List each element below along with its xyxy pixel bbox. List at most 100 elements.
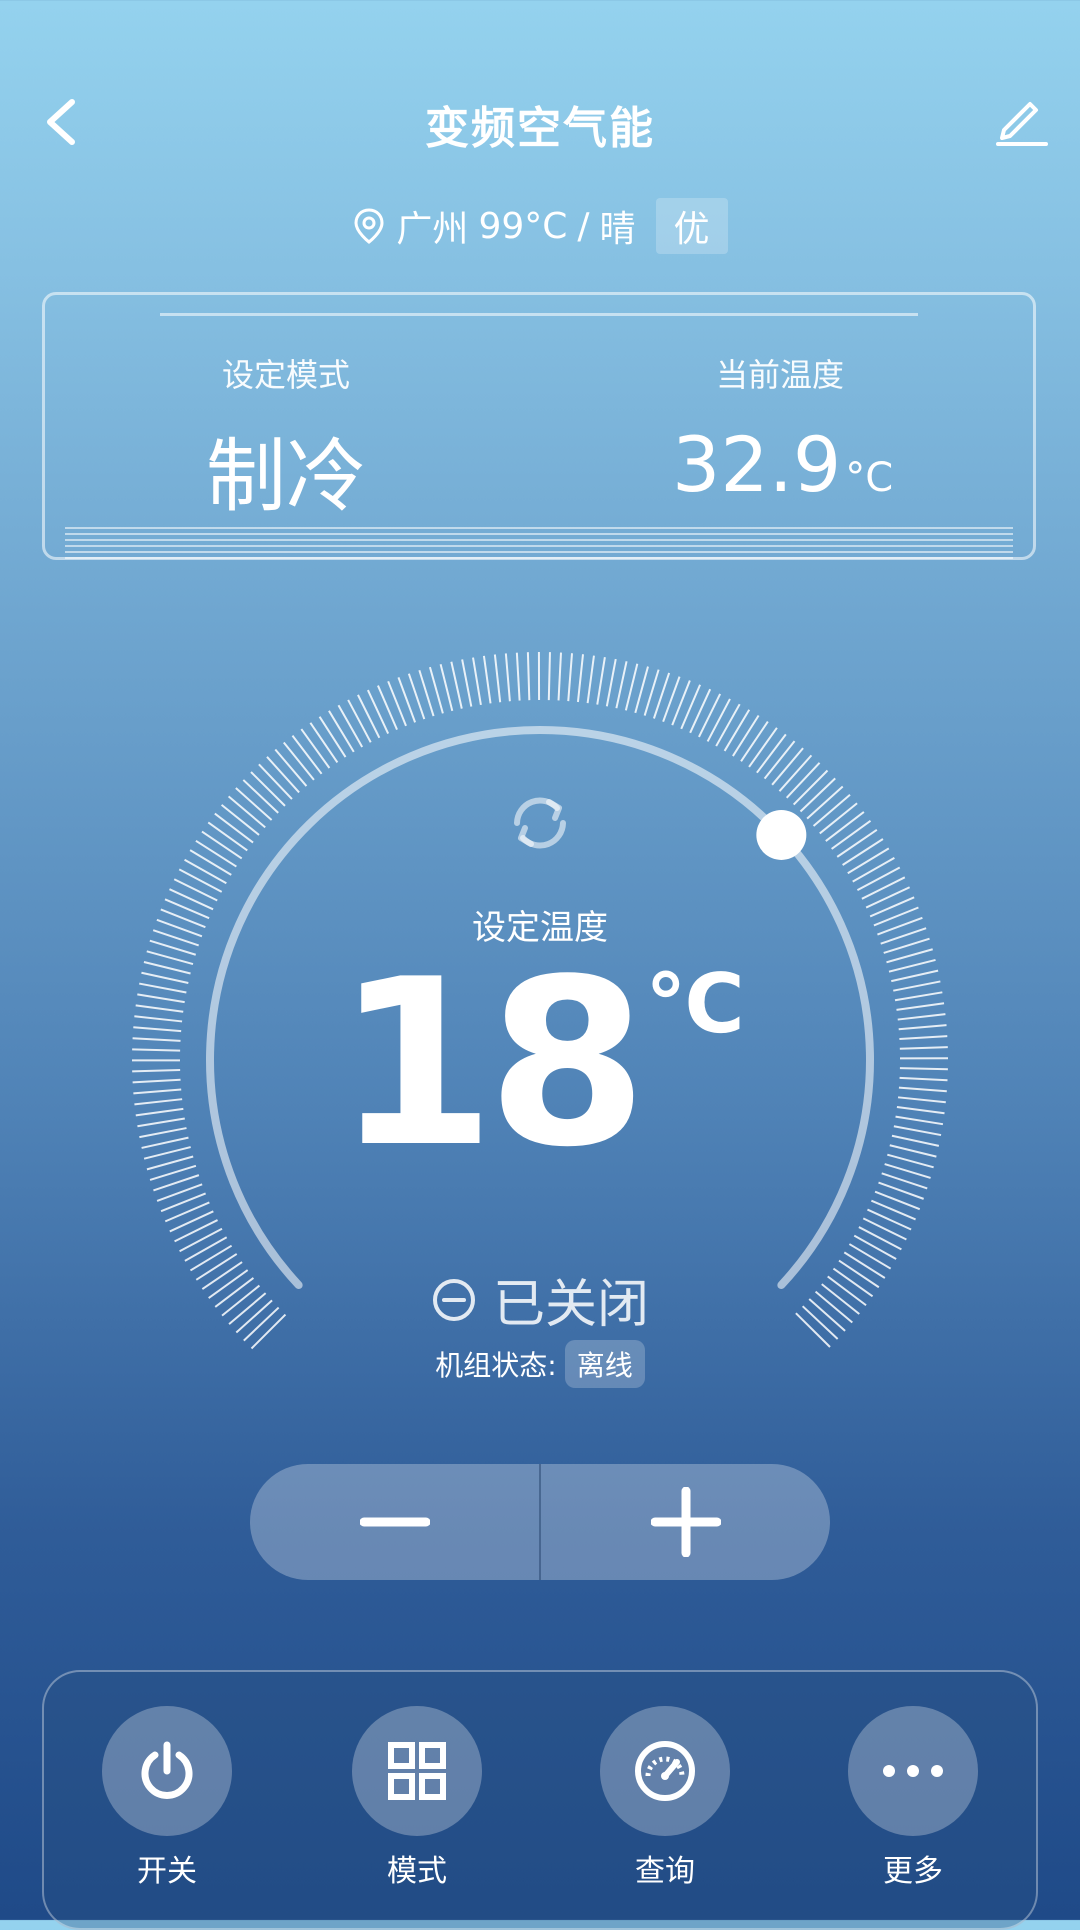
- dial-tick: [843, 839, 883, 865]
- dial-tick: [716, 704, 739, 746]
- dial-tick: [229, 796, 266, 827]
- location-pin-icon: [352, 206, 386, 246]
- dial-tick: [826, 812, 864, 841]
- dial-tick: [451, 662, 461, 709]
- dial-tick: [202, 832, 242, 859]
- current-temp-display: 32.9°C: [672, 420, 893, 509]
- dial-tick: [310, 723, 337, 763]
- dial-tick: [699, 694, 720, 737]
- dial-tick: [787, 763, 820, 798]
- unit-status: 机组状态: 离线: [0, 1340, 1080, 1388]
- dial-tick: [320, 717, 346, 757]
- minus-circle-icon: [431, 1277, 477, 1323]
- dial-tick: [854, 1236, 896, 1259]
- dial-tick: [597, 657, 605, 704]
- dial-tick: [626, 664, 637, 711]
- dial-tick: [708, 699, 730, 741]
- power-status: 已关闭: [0, 1262, 1080, 1337]
- set-temp-value: 18: [335, 931, 639, 1198]
- dial-tick: [506, 653, 510, 701]
- mode-value: 制冷: [206, 412, 366, 528]
- query-button[interactable]: [600, 1706, 730, 1836]
- query-action-label: 查询: [600, 1846, 730, 1890]
- power-button[interactable]: [102, 1706, 232, 1836]
- dial-tick: [368, 690, 388, 734]
- more-button[interactable]: [848, 1706, 978, 1836]
- edit-icon[interactable]: [990, 90, 1050, 150]
- dial-tick: [170, 1211, 214, 1231]
- more-icon: [881, 1761, 945, 1781]
- dial-tick: [848, 848, 889, 873]
- dial-tick: [820, 803, 857, 833]
- weather-separator: /: [577, 206, 589, 247]
- dial-tick: [807, 786, 843, 818]
- dial-tick: [267, 757, 299, 793]
- decrease-button[interactable]: [250, 1464, 539, 1580]
- dial-tick: [251, 772, 285, 806]
- dial-tick: [462, 659, 471, 706]
- dial-tick: [607, 659, 616, 706]
- dial-tick: [794, 770, 828, 804]
- mode-label: 设定模式: [222, 350, 350, 396]
- dial-tick: [185, 860, 227, 884]
- card-bottom-lines: [65, 527, 1013, 563]
- page-title: 变频空气能: [0, 92, 1080, 156]
- mode-action[interactable]: 模式: [352, 1706, 482, 1890]
- dial-tick: [578, 654, 583, 702]
- air-quality-badge: 优: [656, 198, 728, 254]
- dial-tick: [358, 695, 379, 738]
- query-action[interactable]: 查询: [600, 1706, 730, 1890]
- dial-tick: [236, 788, 272, 820]
- dial-tick: [800, 778, 835, 811]
- dial-tick: [190, 850, 231, 875]
- dial-tick: [208, 822, 247, 850]
- power-action-label: 开关: [102, 1846, 232, 1890]
- dial-tick: [733, 716, 759, 757]
- dial-tick: [378, 686, 397, 730]
- dial-tick: [441, 664, 453, 711]
- increase-button[interactable]: [541, 1464, 830, 1580]
- dial-tick: [517, 653, 520, 701]
- dial-tick: [772, 748, 803, 785]
- dial-tick: [549, 652, 550, 700]
- power-status-text: 已关闭: [493, 1262, 649, 1337]
- more-action-label: 更多: [848, 1846, 978, 1890]
- dial-tick: [862, 877, 905, 898]
- dial-knob[interactable]: [756, 810, 806, 860]
- dial-tick: [528, 652, 529, 700]
- dial-tick: [859, 1227, 902, 1249]
- set-temp-unit: ℃: [645, 957, 744, 1052]
- more-action[interactable]: 更多: [848, 1706, 978, 1890]
- dial-tick: [196, 841, 236, 867]
- dial-tick: [284, 742, 314, 779]
- dial-tick: [275, 750, 306, 787]
- power-icon: [135, 1739, 199, 1803]
- card-top-line: [160, 313, 918, 316]
- dial-tick: [867, 1210, 911, 1230]
- minus-icon: [360, 1487, 430, 1557]
- dial-tick: [215, 814, 253, 843]
- grid-icon: [387, 1741, 447, 1801]
- set-temp-display: 18℃: [0, 950, 1080, 1180]
- unit-status-label: 机组状态:: [435, 1344, 556, 1384]
- current-temp-unit: °C: [845, 455, 893, 501]
- mode-action-label: 模式: [352, 1846, 482, 1890]
- sync-icon[interactable]: [505, 788, 575, 858]
- dial-tick: [301, 729, 329, 768]
- dial-tick: [853, 858, 895, 882]
- dial-tick: [857, 868, 899, 891]
- dial-tick: [329, 711, 354, 752]
- dial-tick: [690, 689, 710, 733]
- weather-condition: 晴: [600, 200, 636, 252]
- dial-tick: [814, 795, 850, 826]
- power-action[interactable]: 开关: [102, 1706, 232, 1890]
- dial-tick: [863, 1218, 906, 1239]
- mode-button[interactable]: [352, 1706, 482, 1836]
- dial-tick: [725, 710, 750, 751]
- dial-tick: [749, 728, 777, 767]
- dial-tick: [568, 653, 572, 701]
- weather-city: 广州: [396, 200, 468, 252]
- dial-tick: [741, 722, 768, 762]
- current-temp-value: 32.9: [672, 420, 841, 509]
- dial-tick: [871, 1201, 915, 1220]
